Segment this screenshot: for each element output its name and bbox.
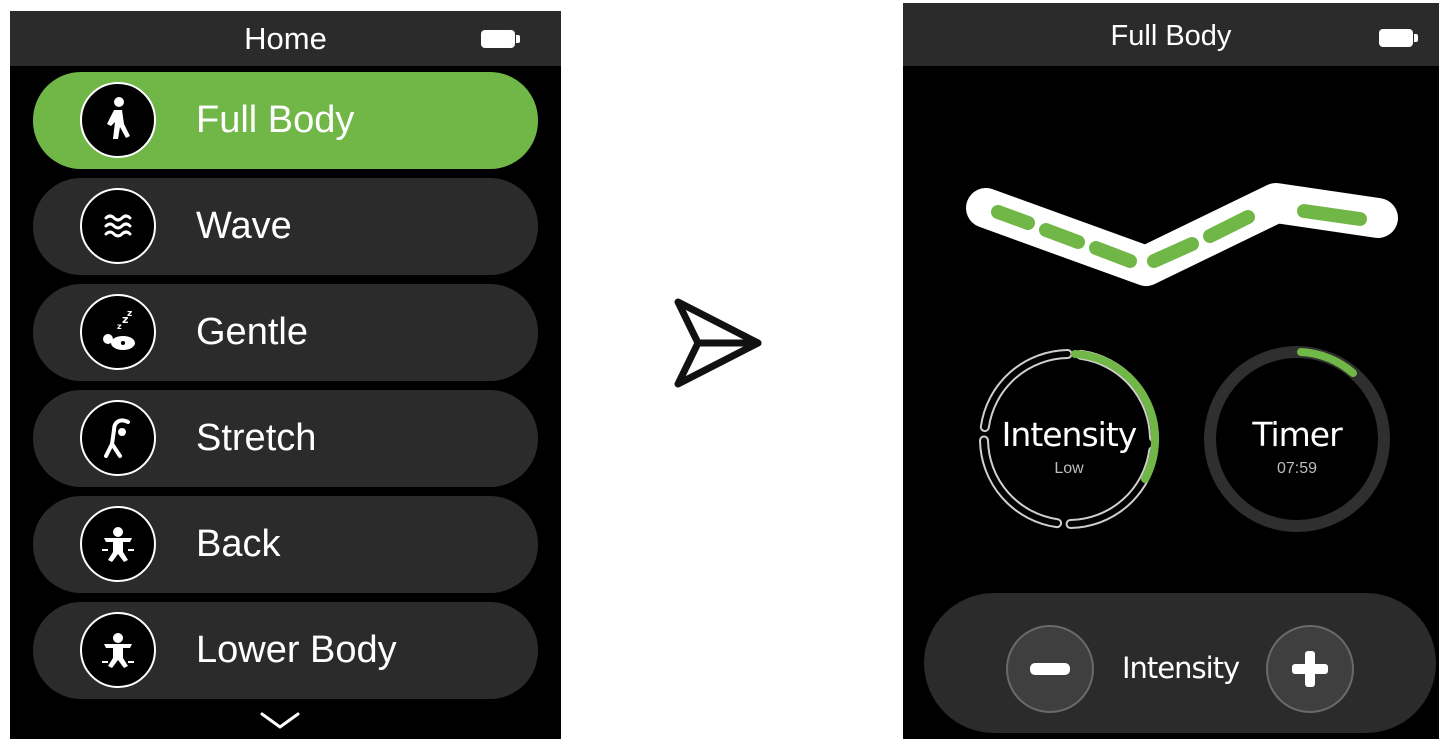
battery-icon	[1379, 29, 1418, 47]
menu-label-stretch: Stretch	[196, 417, 317, 459]
sleeping-person-icon: z z z	[80, 294, 156, 370]
svg-text:z: z	[127, 309, 132, 319]
intensity-dial[interactable]: Intensity Low	[973, 343, 1165, 535]
timer-dial-value: 07:59	[1276, 460, 1318, 477]
menu-item-wave[interactable]: Wave	[33, 178, 538, 275]
menu-item-stretch[interactable]: Stretch	[33, 390, 538, 487]
menu-label-full-body: Full Body	[196, 99, 355, 141]
timer-dial[interactable]: Timer 07:59	[1201, 343, 1393, 535]
stretching-person-icon	[80, 400, 156, 476]
intensity-control-bar: Intensity	[924, 593, 1436, 733]
menu-item-lower-body[interactable]: Lower Body	[33, 602, 538, 699]
intensity-control-label: Intensity	[1122, 651, 1240, 685]
menu-item-full-body[interactable]: Full Body	[33, 72, 538, 169]
chevron-down-icon[interactable]	[258, 710, 302, 732]
menu-label-back: Back	[196, 523, 281, 565]
battery-icon	[481, 30, 520, 48]
plus-icon	[1292, 651, 1328, 687]
menu-item-gentle[interactable]: z z z Gentle	[33, 284, 538, 381]
intensity-dial-value: Low	[1054, 460, 1084, 477]
walking-person-icon	[80, 82, 156, 158]
menu-item-back[interactable]: Back	[33, 496, 538, 593]
minus-icon	[1030, 663, 1070, 675]
menu-label-gentle: Gentle	[196, 311, 308, 353]
detail-title: Full Body	[1110, 20, 1232, 52]
home-title: Home	[244, 21, 327, 56]
timer-dial-title: Timer	[1252, 415, 1342, 454]
massage-pad-illustration	[966, 183, 1398, 286]
detail-top-bar: Full Body	[903, 3, 1439, 66]
home-screen: Home Full Body Wave z z z Gentle Stretch…	[10, 11, 561, 739]
lower-body-massage-icon	[80, 612, 156, 688]
back-massage-icon	[80, 506, 156, 582]
menu-label-wave: Wave	[196, 205, 292, 247]
home-top-bar: Home	[10, 11, 561, 66]
increase-intensity-button[interactable]	[1266, 625, 1354, 713]
decrease-intensity-button[interactable]	[1006, 625, 1094, 713]
intensity-dial-title: Intensity	[1001, 415, 1138, 454]
send-arrow-icon	[674, 298, 762, 388]
detail-screen: Full Body Intensity Low Timer 07:59 Inte…	[903, 3, 1439, 739]
wave-icon	[80, 188, 156, 264]
svg-text:z: z	[117, 322, 122, 331]
menu-label-lower-body: Lower Body	[196, 629, 397, 671]
